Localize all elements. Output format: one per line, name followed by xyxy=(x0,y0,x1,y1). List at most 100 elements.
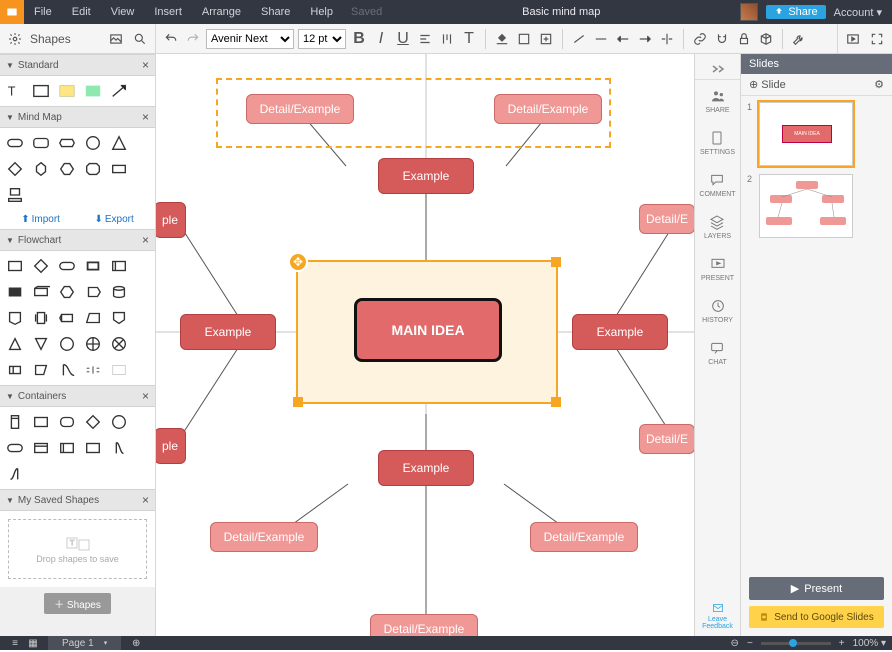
redo-icon[interactable] xyxy=(184,30,202,48)
section-saved[interactable]: ▼My Saved Shapes× xyxy=(0,489,155,511)
shape-mm2[interactable] xyxy=(30,132,52,154)
node-main-idea[interactable]: MAIN IDEA xyxy=(354,298,502,362)
undo-icon[interactable] xyxy=(162,30,180,48)
rail-comment[interactable]: COMMENT xyxy=(699,164,735,206)
shape-ct[interactable] xyxy=(108,411,130,433)
send-gslides-button[interactable]: Send to Google Slides xyxy=(749,606,884,628)
section-mindmap[interactable]: ▼Mind Map× xyxy=(0,106,155,128)
shape-ct[interactable] xyxy=(108,437,130,459)
node-detail[interactable]: Detail/Example xyxy=(494,94,602,124)
menu-share[interactable]: Share xyxy=(251,6,300,18)
account-menu[interactable]: Account ▾ xyxy=(834,6,882,19)
text-align-icon[interactable] xyxy=(416,30,434,48)
node-detail[interactable]: Detail/Example xyxy=(530,522,638,552)
shape-fc[interactable] xyxy=(56,307,78,329)
shape-fc[interactable] xyxy=(30,307,52,329)
border-icon[interactable] xyxy=(515,30,533,48)
page-selector[interactable]: Page 1 xyxy=(48,636,121,650)
shape-block[interactable] xyxy=(82,80,104,102)
shape-ct[interactable] xyxy=(30,411,52,433)
shape-mm5[interactable] xyxy=(108,132,130,154)
menu-file[interactable]: File xyxy=(24,6,62,18)
shape-rect[interactable] xyxy=(30,80,52,102)
slide-settings-icon[interactable]: ⚙ xyxy=(874,78,884,91)
move-handle-icon[interactable]: ✥ xyxy=(288,252,308,272)
shape-fc[interactable] xyxy=(4,307,26,329)
line-solid-icon[interactable] xyxy=(592,30,610,48)
rail-settings[interactable]: SETTINGS xyxy=(700,122,735,164)
export-button[interactable]: ⬇ Export xyxy=(94,214,133,225)
shape-fc[interactable] xyxy=(30,255,52,277)
rail-layers[interactable]: LAYERS xyxy=(704,206,731,248)
shape-fc[interactable] xyxy=(4,333,26,355)
shape-mm1[interactable] xyxy=(4,132,26,154)
shape-fc[interactable] xyxy=(82,333,104,355)
shape-fc[interactable] xyxy=(30,281,52,303)
shape-fc[interactable] xyxy=(108,307,130,329)
import-button[interactable]: ⬆ Import xyxy=(21,214,60,225)
shape-arrow[interactable] xyxy=(108,80,130,102)
list-view-icon[interactable]: ≡ xyxy=(6,634,24,652)
node-example[interactable]: ple xyxy=(156,428,186,464)
shape-mm4[interactable] xyxy=(82,132,104,154)
close-icon[interactable]: × xyxy=(142,493,149,507)
shape-ct[interactable] xyxy=(56,437,78,459)
image-icon[interactable] xyxy=(107,30,125,48)
shape-fc[interactable] xyxy=(30,359,52,381)
node-example[interactable]: Example xyxy=(378,158,474,194)
rail-history[interactable]: HISTORY xyxy=(702,290,733,332)
add-shapes-button[interactable]: ＋ Shapes xyxy=(44,593,111,614)
play-icon[interactable] xyxy=(844,30,862,48)
text-vert-icon[interactable] xyxy=(438,30,456,48)
document-title[interactable]: Basic mind map xyxy=(382,6,740,18)
lock-icon[interactable] xyxy=(735,30,753,48)
close-icon[interactable]: × xyxy=(142,110,149,124)
node-detail[interactable]: Detail/E xyxy=(639,204,694,234)
close-icon[interactable]: × xyxy=(142,233,149,247)
shape-mm9[interactable] xyxy=(82,158,104,180)
shape-fc[interactable] xyxy=(56,255,78,277)
shape-fc[interactable] xyxy=(82,281,104,303)
shape-fc[interactable] xyxy=(82,255,104,277)
shape-ct[interactable] xyxy=(4,411,26,433)
arrow-end-icon[interactable] xyxy=(636,30,654,48)
menu-view[interactable]: View xyxy=(101,6,145,18)
shape-fc[interactable] xyxy=(4,255,26,277)
slide-thumbnail[interactable]: MAIN IDEA xyxy=(759,102,853,166)
bold-icon[interactable]: B xyxy=(350,30,368,48)
shape-mm6[interactable] xyxy=(4,158,26,180)
grid-view-icon[interactable]: ▦ xyxy=(24,634,42,652)
search-icon[interactable] xyxy=(131,30,149,48)
zoom-slider[interactable] xyxy=(761,642,831,645)
shape-ct[interactable] xyxy=(82,437,104,459)
node-detail[interactable]: Detail/Example xyxy=(210,522,318,552)
share-button[interactable]: Share xyxy=(766,5,825,19)
text-size-icon[interactable]: T xyxy=(460,30,478,48)
font-size-select[interactable]: 12 pt xyxy=(298,29,346,49)
shape-fc[interactable] xyxy=(82,307,104,329)
underline-icon[interactable]: U xyxy=(394,30,412,48)
shape-fc[interactable] xyxy=(56,281,78,303)
close-icon[interactable]: × xyxy=(142,58,149,72)
section-flowchart[interactable]: ▼Flowchart× xyxy=(0,229,155,251)
shape-fc[interactable] xyxy=(108,281,130,303)
menu-edit[interactable]: Edit xyxy=(62,6,101,18)
node-example[interactable]: Example xyxy=(180,314,276,350)
node-example[interactable]: ple xyxy=(156,202,186,238)
shape-fc[interactable] xyxy=(4,359,26,381)
menu-help[interactable]: Help xyxy=(300,6,343,18)
collapse-icon[interactable] xyxy=(695,58,740,80)
node-detail[interactable]: Detail/E xyxy=(639,424,694,454)
wrench-icon[interactable] xyxy=(790,30,808,48)
shape-ct[interactable] xyxy=(4,463,26,485)
shape-mm3[interactable] xyxy=(56,132,78,154)
zoom-out-icon[interactable]: ⊖ xyxy=(731,638,739,649)
shape-fc[interactable] xyxy=(4,281,26,303)
shape-fc[interactable] xyxy=(56,359,78,381)
shape-fc[interactable] xyxy=(108,333,130,355)
shape-mm8[interactable] xyxy=(56,158,78,180)
shape-ct[interactable] xyxy=(82,411,104,433)
fullscreen-icon[interactable] xyxy=(868,30,886,48)
node-example[interactable]: Example xyxy=(378,450,474,486)
shape-fc[interactable] xyxy=(82,359,104,381)
